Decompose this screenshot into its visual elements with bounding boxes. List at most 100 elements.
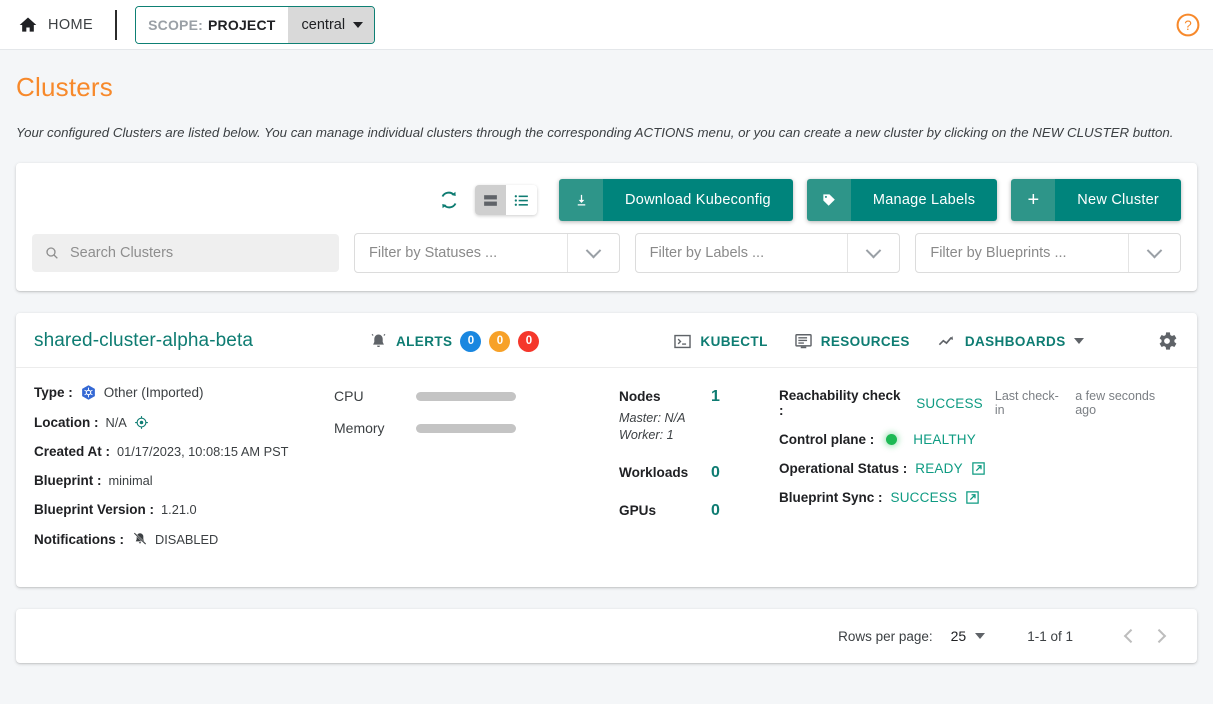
download-icon-wrap	[559, 179, 604, 221]
detail-notifications-value: DISABLED	[155, 531, 219, 547]
resources-icon	[794, 333, 812, 348]
scope-key: SCOPE:	[148, 16, 203, 33]
pagination-bar: Rows per page: 25 1-1 of 1	[16, 609, 1197, 663]
alert-badge-info[interactable]: 0	[460, 330, 482, 352]
chevron-down-icon	[353, 21, 364, 28]
chevron-right-icon	[1152, 628, 1167, 644]
kubectl-action[interactable]: KUBECTL	[673, 332, 767, 351]
svg-text:?: ?	[1184, 17, 1192, 32]
cluster-details-column: Type : Other (Imported) Location : N/A C…	[34, 384, 334, 561]
cluster-name-link[interactable]: shared-cluster-alpha-beta	[34, 330, 253, 352]
reachability-note-label: Last check-in	[994, 389, 1059, 417]
refresh-icon[interactable]	[437, 188, 461, 212]
home-label: HOME	[48, 16, 94, 33]
search-icon	[46, 247, 58, 259]
bell-off-icon	[133, 532, 147, 545]
alerts-group[interactable]: ALERTS 0 0 0	[369, 330, 540, 352]
detail-blueprint-value: minimal	[108, 473, 153, 488]
project-selector[interactable]: central	[287, 6, 375, 43]
next-page-button[interactable]	[1145, 619, 1179, 653]
workloads-row: Workloads 0	[619, 464, 779, 482]
home-link[interactable]: HOME	[18, 15, 93, 35]
blueprint-sync-value: SUCCESS	[890, 490, 958, 505]
detail-created-at: Created At : 01/17/2023, 10:08:15 AM PST	[34, 444, 334, 459]
status-operational: Operational Status : READY	[779, 461, 1179, 476]
external-link-icon[interactable]	[971, 461, 986, 476]
detail-notifications: Notifications : DISABLED	[34, 531, 334, 547]
search-input[interactable]: Search Clusters	[32, 234, 339, 272]
manage-labels-button[interactable]: Manage Labels	[806, 179, 998, 221]
download-kubeconfig-button[interactable]: Download Kubeconfig	[559, 179, 793, 221]
rows-per-page-value: 25	[950, 628, 967, 644]
resources-action[interactable]: RESOURCES	[794, 332, 910, 351]
trend-up-icon	[938, 335, 953, 345]
detail-created-at-key: Created At :	[34, 444, 111, 459]
list-view-button[interactable]	[506, 185, 538, 215]
new-cluster-label: New Cluster	[1055, 179, 1181, 221]
dashboards-action[interactable]: DASHBOARDS	[936, 332, 1084, 351]
detail-created-at-value: 01/17/2023, 10:08:15 AM PST	[117, 444, 289, 459]
memory-label: Memory	[334, 420, 385, 436]
alert-badge-critical[interactable]: 0	[518, 330, 540, 352]
blueprints-caret-wrap	[1128, 234, 1180, 272]
nodes-value[interactable]: 1	[711, 388, 720, 406]
filter-labels-label: Filter by Labels ...	[649, 245, 765, 261]
cluster-card-body: Type : Other (Imported) Location : N/A C…	[16, 368, 1197, 587]
filter-labels-select[interactable]: Filter by Labels ...	[634, 233, 901, 273]
detail-type: Type : Other (Imported)	[34, 384, 334, 401]
reachability-note-value: a few seconds ago	[1075, 389, 1156, 417]
new-cluster-button[interactable]: + New Cluster	[1011, 179, 1181, 221]
workloads-label: Workloads	[619, 465, 689, 480]
view-mode-toggle[interactable]	[475, 185, 538, 215]
project-name: central	[301, 16, 346, 33]
previous-page-button[interactable]	[1111, 619, 1145, 653]
operational-status-key: Operational Status :	[779, 461, 908, 476]
scope-chip[interactable]: SCOPE: PROJECT central	[135, 5, 376, 44]
cpu-label: CPU	[334, 388, 364, 404]
detail-blueprint-key: Blueprint :	[34, 473, 102, 488]
gear-icon[interactable]	[1155, 329, 1179, 353]
external-link-icon[interactable]	[965, 490, 980, 505]
bell-alert-icon	[371, 333, 386, 347]
pagination-range: 1-1 of 1	[1027, 628, 1073, 644]
help-circle-icon[interactable]: ?	[1175, 12, 1201, 38]
detail-blueprint-version-key: Blueprint Version :	[34, 502, 155, 517]
card-view-button[interactable]	[475, 185, 507, 215]
detail-location: Location : N/A	[34, 415, 334, 430]
gpus-block: GPUs 0	[619, 502, 779, 520]
gpus-value[interactable]: 0	[711, 502, 720, 520]
toolbar-row: Download Kubeconfig Manage Labels + New …	[32, 177, 1181, 223]
nodes-label: Nodes	[619, 389, 661, 404]
terminal-icon	[674, 334, 692, 348]
status-control-plane: Control plane : HEALTHY	[779, 432, 1179, 447]
cluster-meters-column: CPU Memory	[334, 384, 619, 561]
scope-value: PROJECT	[208, 16, 276, 33]
gpus-row: GPUs 0	[619, 502, 779, 520]
operational-status-value: READY	[915, 461, 963, 476]
filter-blueprints-select[interactable]: Filter by Blueprints ...	[915, 233, 1182, 273]
cluster-counts-column: Nodes 1 Master: N/A Worker: 1 Workloads …	[619, 384, 779, 561]
toolbar-card: Download Kubeconfig Manage Labels + New …	[16, 163, 1197, 291]
filter-row: Search Clusters Filter by Statuses ... F…	[32, 233, 1182, 273]
detail-type-value: Other (Imported)	[103, 385, 204, 400]
alert-badge-warning[interactable]: 0	[489, 330, 511, 352]
workloads-value[interactable]: 0	[711, 464, 720, 482]
control-plane-value: HEALTHY	[913, 432, 976, 447]
chevron-down-icon	[1073, 338, 1084, 344]
kubectl-label: KUBECTL	[700, 333, 768, 349]
plus-icon-wrap: +	[1011, 179, 1056, 221]
cpu-meter: CPU	[334, 388, 619, 404]
memory-meter: Memory	[334, 420, 619, 436]
header-divider	[115, 9, 118, 40]
filter-statuses-select[interactable]: Filter by Statuses ...	[354, 233, 620, 273]
chevron-down-icon	[866, 242, 882, 258]
rows-per-page-select[interactable]: 25	[951, 628, 986, 644]
download-kubeconfig-label: Download Kubeconfig	[603, 179, 793, 221]
cluster-card-header: shared-cluster-alpha-beta ALERTS 0 0 0 K…	[16, 313, 1197, 368]
gpus-label: GPUs	[619, 503, 657, 518]
card-view-icon	[484, 194, 497, 206]
label-tag-icon-wrap	[806, 179, 851, 221]
detail-blueprint-version-value: 1.21.0	[161, 502, 197, 517]
chevron-down-icon	[975, 633, 986, 639]
location-target-icon[interactable]	[134, 415, 149, 430]
